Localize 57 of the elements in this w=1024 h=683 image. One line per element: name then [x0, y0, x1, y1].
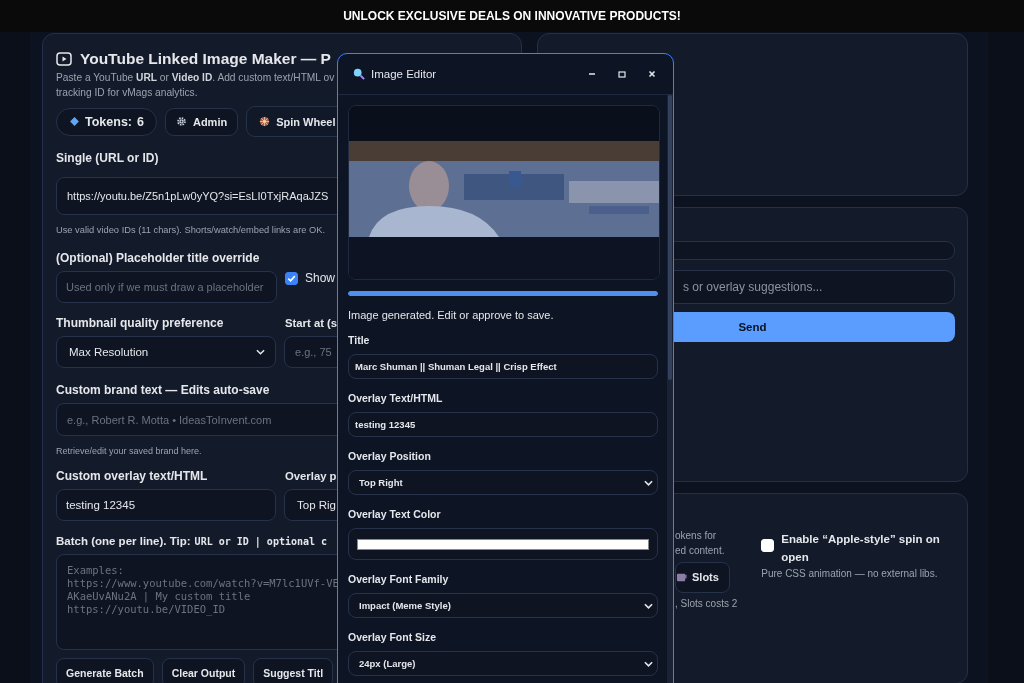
action-button[interactable]: Generate Batch	[56, 658, 154, 683]
games-text-line: ed content.	[675, 543, 725, 558]
maximize-icon[interactable]	[617, 69, 627, 79]
field-label: Overlay Font Size	[348, 631, 438, 643]
diamond-icon	[69, 116, 80, 127]
field-label: Start at (s	[285, 317, 338, 329]
close-icon[interactable]	[647, 69, 657, 79]
field-label: Overlay Text/HTML	[348, 392, 444, 404]
field-label: (Optional) Placeholder title override	[56, 251, 260, 265]
tokens-button[interactable]: Tokens: 6	[56, 107, 157, 136]
search-icon	[353, 68, 365, 80]
spin-checkbox[interactable]	[761, 538, 775, 552]
quality-select[interactable]: Max Resolution	[56, 336, 276, 368]
field-hint: Use valid video IDs (11 chars). Shorts/watch/embed links are OK.	[56, 225, 326, 235]
checkbox-label: Enable “Apple-style” spin on open	[781, 531, 941, 565]
play-icon	[56, 52, 72, 66]
text-input[interactable]: testing 12345	[348, 412, 658, 437]
description-line: Paste a YouTube URL or Video ID. Add custom text/HTML ov	[56, 72, 335, 83]
admin-button[interactable]: Admin	[164, 107, 239, 136]
show-checkbox[interactable]	[285, 271, 298, 285]
dropdown-select[interactable]: Top Right	[348, 470, 658, 495]
field-label: Single (URL or ID)	[56, 151, 159, 165]
field-label: Overlay Font Family	[348, 573, 450, 585]
chevron-icon	[644, 660, 653, 667]
chevron-icon	[644, 602, 653, 609]
text-input[interactable]: Marc Shuman || Shuman Legal || Crisp Effect	[348, 354, 658, 379]
description-line: tracking ID for vMags analytics.	[56, 87, 198, 98]
spin-hint: Pure CSS animation — no external libs.	[761, 566, 939, 581]
field-hint: Retrieve/edit your saved brand here.	[56, 446, 202, 456]
dropdown-select[interactable]: 24px (Large)	[348, 651, 658, 676]
field-label: Overlay Text Color	[348, 508, 442, 520]
slots-button[interactable]: Slots	[675, 561, 730, 593]
action-button[interactable]: Clear Output	[161, 658, 246, 683]
field-label: Custom overlay text/HTML	[56, 469, 209, 483]
wheel-icon	[259, 116, 271, 127]
dropdown-select[interactable]: Impact (Meme Style)	[348, 593, 658, 618]
overlay-input[interactable]: testing 12345	[56, 489, 276, 521]
color-field[interactable]	[348, 528, 658, 560]
chevron-icon	[256, 349, 265, 355]
action-button[interactable]: Suggest Titl	[253, 658, 334, 683]
field-label: Title	[348, 334, 371, 346]
field-label: Custom brand text — Edits auto-save	[56, 383, 270, 397]
field-label: Overlay p	[285, 470, 337, 482]
cost-note: , Slots costs 2	[675, 596, 738, 611]
banner-text: UNLOCK EXCLUSIVE DEALS ON INNOVATIVE PRODUCTS!	[343, 9, 681, 23]
window-title: Image Editor	[371, 68, 437, 80]
scrollbar[interactable]	[667, 95, 673, 683]
chevron-icon	[644, 479, 653, 486]
field-label: Thumbnail quality preference	[56, 316, 225, 330]
gear-icon	[175, 116, 187, 127]
title-override-input[interactable]: Used only if we must draw a placeholder	[56, 271, 277, 303]
tip-code: URL or ID | optional c	[194, 536, 328, 547]
games-text-line: okens for	[675, 528, 717, 543]
page-title: YouTube Linked Image Maker — P	[80, 50, 331, 68]
field-label: Batch (one per line). Tip:	[56, 535, 191, 547]
field-label: Overlay Position	[348, 450, 432, 462]
checkbox-label: Show	[305, 271, 336, 285]
